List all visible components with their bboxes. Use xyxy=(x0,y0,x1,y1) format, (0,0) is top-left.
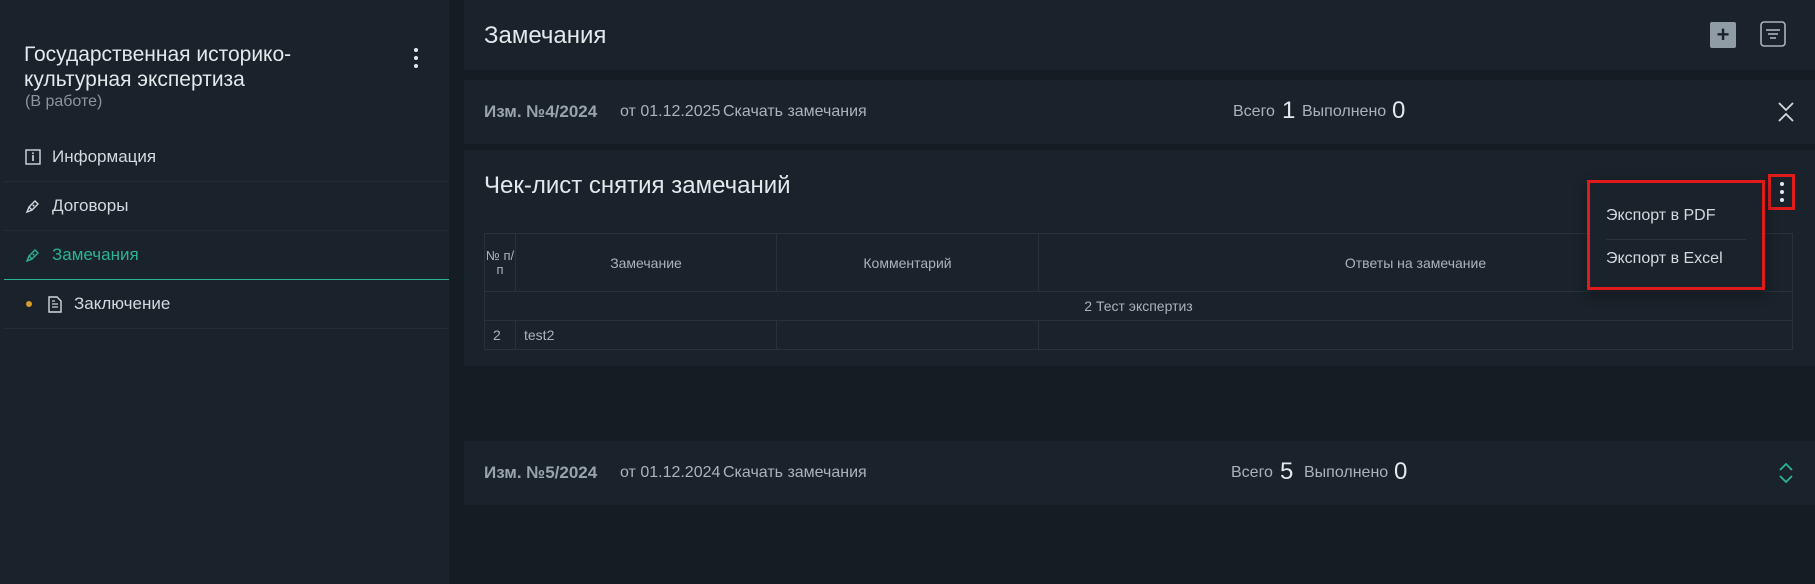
column-header: № п/ п xyxy=(484,233,516,292)
checklist-menu-button[interactable] xyxy=(1768,174,1795,210)
sidebar: Государственная историко-культурная эксп… xyxy=(0,0,449,584)
sidebar-item-label: Заключение xyxy=(74,294,171,313)
total-label: Всего xyxy=(1231,464,1273,481)
sidebar-item-remarks[interactable]: Замечания xyxy=(4,231,449,280)
collapse-toggle[interactable] xyxy=(1772,98,1800,126)
filter-button[interactable] xyxy=(1760,21,1786,47)
row-answers xyxy=(1038,320,1793,350)
revision-row[interactable]: Изм. №4/2024 от 01.12.2025 Скачать замеч… xyxy=(464,80,1815,144)
kebab-dot-icon xyxy=(414,64,418,68)
revision-name: Изм. №4/2024 xyxy=(484,102,598,121)
revision-date: от 01.12.2025 xyxy=(620,103,721,120)
project-title: Государственная историко-культурная эксп… xyxy=(24,43,292,91)
total-count: 5 xyxy=(1280,458,1294,485)
column-header: Комментарий xyxy=(776,233,1039,292)
document-icon xyxy=(46,295,64,313)
download-remarks-link[interactable]: Скачать замечания xyxy=(723,464,867,482)
page-title: Замечания xyxy=(484,22,607,49)
kebab-dot-icon xyxy=(414,48,418,52)
group-label: 2 Тест экспертиз xyxy=(484,291,1793,321)
sidebar-item-label: Замечания xyxy=(52,245,139,264)
expand-icon xyxy=(1779,462,1793,484)
row-comment xyxy=(776,320,1039,350)
sidebar-item-conclusion[interactable]: Заключение xyxy=(4,280,449,329)
plus-icon: + xyxy=(1716,22,1730,47)
status-dot xyxy=(26,301,32,307)
total-count: 1 xyxy=(1282,97,1296,124)
kebab-dot-icon xyxy=(1779,198,1784,202)
column-header: Замечание xyxy=(515,233,777,292)
group-row: 2 Тест экспертиз xyxy=(484,291,1793,321)
info-icon xyxy=(24,148,42,166)
download-remarks-link[interactable]: Скачать замечания xyxy=(723,103,867,121)
project-status: (В работе) xyxy=(25,93,103,110)
export-pdf-item[interactable]: Экспорт в PDF xyxy=(1606,207,1716,225)
revision-row[interactable]: Изм. №5/2024 от 01.12.2024 Скачать замеч… xyxy=(464,441,1815,505)
export-dropdown: Экспорт в PDF Экспорт в Excel xyxy=(1587,180,1765,290)
sidebar-item-contracts[interactable]: Договоры xyxy=(4,182,449,231)
kebab-dot-icon xyxy=(414,56,418,60)
collapse-icon xyxy=(1778,102,1794,122)
filter-icon xyxy=(1760,21,1786,47)
revision-date: от 01.12.2024 xyxy=(620,464,721,481)
total-label: Всего xyxy=(1233,103,1275,120)
expand-toggle[interactable] xyxy=(1772,459,1800,487)
add-button[interactable]: + xyxy=(1710,22,1736,48)
done-count: 0 xyxy=(1392,97,1406,124)
done-label: Выполнено xyxy=(1304,464,1389,481)
done-count: 0 xyxy=(1394,458,1408,485)
pen-icon xyxy=(24,197,42,215)
main-header: Замечания + xyxy=(464,0,1815,70)
revision-name: Изм. №5/2024 xyxy=(484,463,598,482)
table-row[interactable]: 2 test2 xyxy=(484,320,1793,350)
row-remark: test2 xyxy=(515,320,777,350)
kebab-dot-icon xyxy=(1779,190,1784,194)
done-label: Выполнено xyxy=(1302,103,1387,120)
row-number: 2 xyxy=(484,320,516,350)
sidebar-item-info[interactable]: Информация xyxy=(4,133,449,182)
sidebar-item-label: Договоры xyxy=(52,196,129,215)
checklist-title: Чек-лист снятия замечаний xyxy=(484,172,791,199)
sidebar-item-label: Информация xyxy=(52,147,157,166)
pen-icon xyxy=(24,246,42,264)
kebab-dot-icon xyxy=(1779,182,1784,186)
menu-divider xyxy=(1606,239,1746,240)
export-excel-item[interactable]: Экспорт в Excel xyxy=(1606,250,1723,268)
project-menu-button[interactable] xyxy=(406,46,426,70)
